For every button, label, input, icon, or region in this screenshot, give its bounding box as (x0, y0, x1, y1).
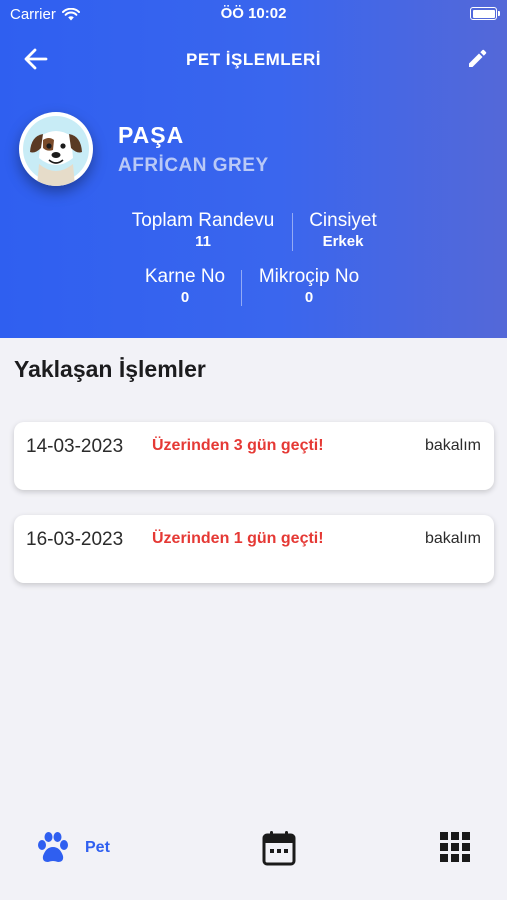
appointment-date: 14-03-2023 (26, 436, 124, 457)
tab-calendar[interactable] (262, 830, 296, 866)
pet-breed: AFRİCAN GREY (118, 155, 269, 176)
status-bar: Carrier ÖÖ 10:02 (0, 0, 507, 28)
paw-icon (38, 832, 68, 862)
pet-header: Carrier ÖÖ 10:02 PET İŞLEMLERİ PAŞA AFRİ… (0, 0, 507, 338)
appointment-card[interactable]: 14-03-2023 Üzerinden 3 gün geçti! bakalı… (14, 422, 494, 490)
upcoming-title: Yaklaşan İşlemler (14, 356, 206, 382)
tab-pet-label: Pet (85, 839, 110, 856)
stat-label: Mikroçip No (258, 266, 360, 287)
dog-face-icon (23, 116, 89, 186)
pet-avatar[interactable] (19, 112, 93, 186)
stat-value: 0 (304, 289, 314, 306)
pet-name: PAŞA (118, 122, 185, 148)
stat-value: 0 (180, 289, 190, 306)
appointment-card[interactable]: 16-03-2023 Üzerinden 1 gün geçti! bakalı… (14, 515, 494, 583)
stat-value: 11 (195, 233, 211, 250)
stat-gender: Cinsiyet Erkek (302, 210, 384, 250)
tab-pet[interactable]: Pet (35, 830, 110, 866)
stat-microchip-no: Mikroçip No 0 (250, 266, 368, 306)
calendar-icon (262, 831, 296, 866)
grid-icon (440, 832, 470, 862)
appointment-status: Üzerinden 1 gün geçti! (152, 530, 324, 547)
appointment-type: bakalım (424, 437, 481, 454)
stat-card-no: Karne No 0 (138, 266, 232, 306)
stat-divider (241, 270, 242, 306)
stat-label: Cinsiyet (309, 210, 377, 231)
edit-button[interactable] (463, 45, 491, 73)
tab-menu[interactable] (440, 832, 470, 862)
appointment-date: 16-03-2023 (26, 529, 124, 550)
stat-label: Toplam Randevu (131, 210, 275, 231)
pencil-icon (469, 49, 487, 67)
page-title: PET İŞLEMLERİ (186, 50, 321, 69)
stat-label: Karne No (144, 266, 226, 287)
stat-value: Erkek (322, 233, 364, 250)
status-time: ÖÖ 10:02 (220, 5, 287, 22)
stat-divider (292, 213, 293, 251)
appointment-type: bakalım (424, 530, 481, 547)
bottom-tab-bar: Pet (0, 810, 507, 900)
appointment-status: Üzerinden 3 gün geçti! (152, 437, 324, 454)
stat-total-appointments: Toplam Randevu 11 (124, 210, 282, 250)
battery-icon (470, 7, 500, 20)
